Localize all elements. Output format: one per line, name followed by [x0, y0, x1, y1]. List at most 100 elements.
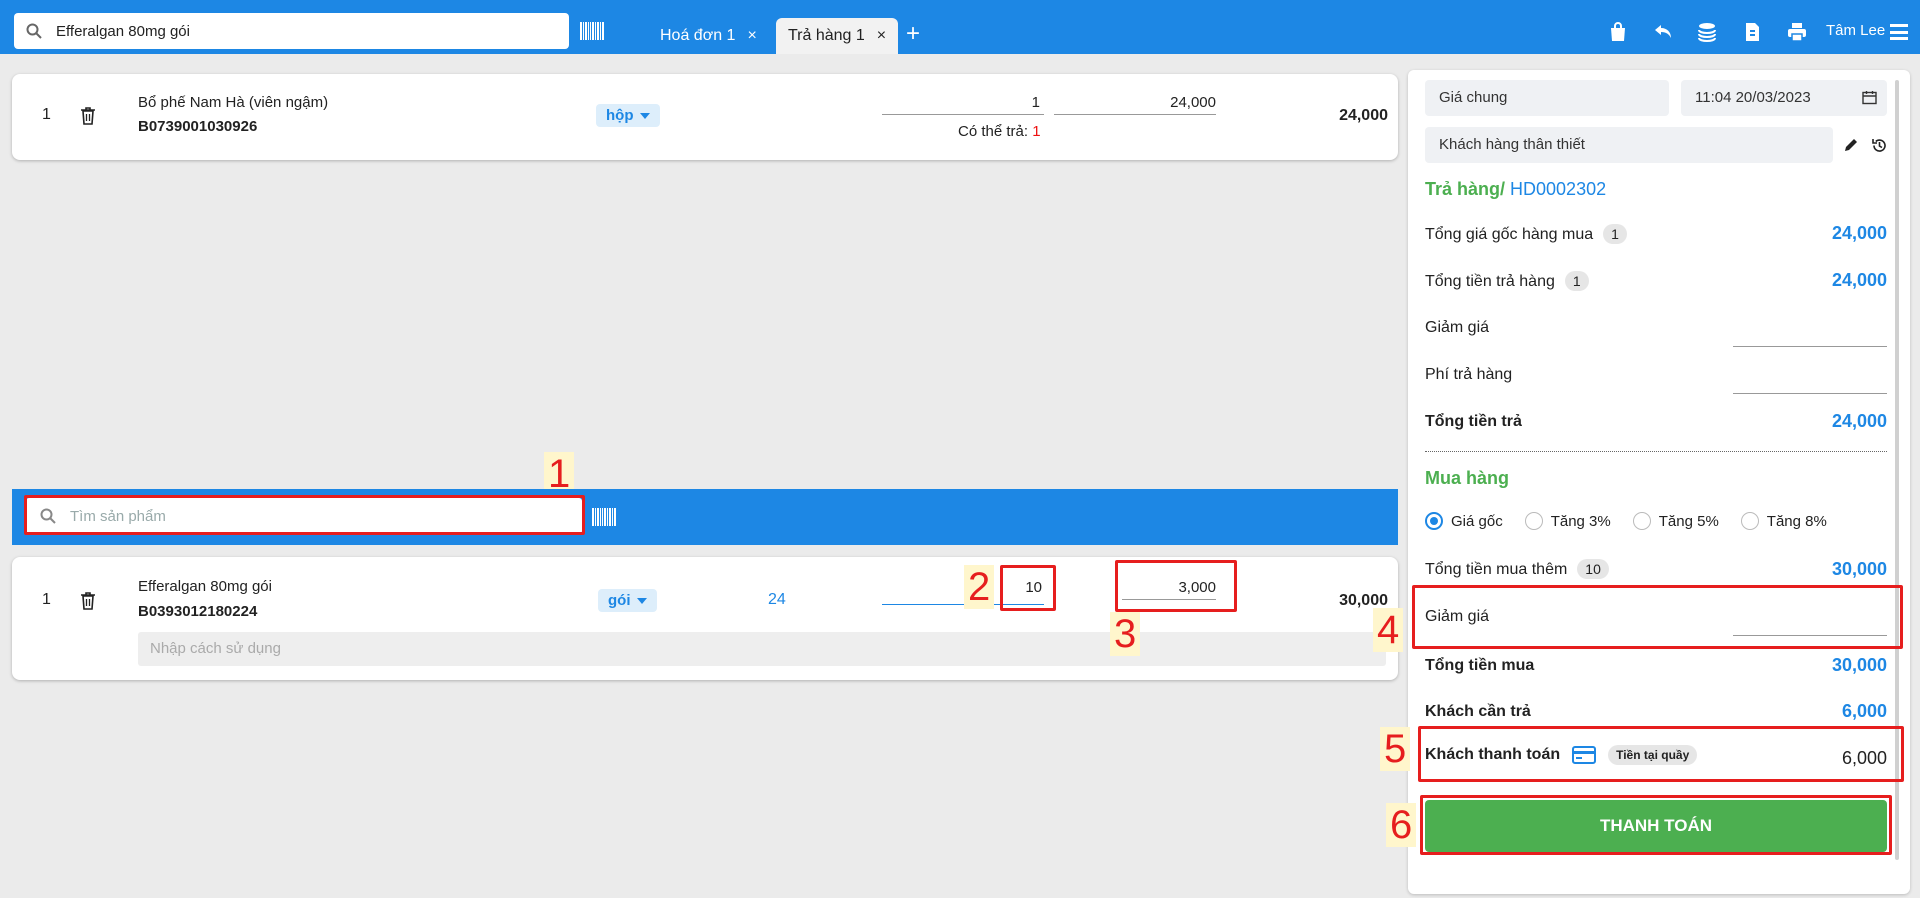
close-tab-icon[interactable]: × — [747, 27, 756, 45]
product-search-value[interactable]: Efferalgan 80mg gói — [56, 23, 190, 40]
return-item-card — [12, 74, 1398, 160]
annotation-marker-4: 4 — [1373, 608, 1404, 652]
menu-icon[interactable] — [1890, 24, 1908, 40]
annotation-box-3 — [1115, 560, 1237, 612]
return-section-title: Trả hàng/ HD0002302 — [1425, 179, 1606, 200]
return-discount-label: Giảm giá — [1425, 319, 1490, 336]
history-icon[interactable] — [1871, 137, 1888, 154]
customer-pays-label: Khách cần trả — [1425, 703, 1531, 720]
original-total-text: Tổng giá gốc hàng mua — [1425, 226, 1594, 243]
purchase-total-label: Tổng tiền mua — [1425, 657, 1535, 674]
option-tang-3[interactable]: Tăng 3% — [1524, 512, 1611, 530]
product-name: Bổ phế Nam Hà (viên ngậm) — [138, 94, 329, 111]
datetime-value: 11:04 20/03/2023 — [1695, 89, 1811, 106]
edit-icon[interactable] — [1843, 137, 1859, 153]
purchase-total-value: 30,000 — [1831, 655, 1887, 675]
customer-pays-value: 6,000 — [1841, 701, 1887, 721]
extra-total-value: 30,000 — [1831, 559, 1887, 579]
radio-icon — [1524, 512, 1543, 530]
annotation-marker-3: 3 — [1110, 612, 1141, 656]
count-badge: 1 — [1603, 224, 1627, 244]
count-badge: 1 — [1564, 271, 1589, 291]
stock-quantity[interactable]: 24 — [768, 591, 786, 609]
annotation-box-4 — [1412, 585, 1903, 649]
tab-label: Hoá đơn 1 — [660, 27, 736, 44]
radio-icon — [1740, 512, 1759, 530]
customer-field[interactable]: Khách hàng thân thiết — [1425, 127, 1833, 163]
top-bar: Efferalgan 80mg gói Hoá đơn 1 × Trả hàng… — [0, 0, 1920, 54]
unit-selector[interactable]: hộp — [596, 104, 660, 127]
print-icon[interactable] — [1786, 21, 1808, 43]
radio-selected-icon — [1425, 512, 1443, 530]
barcode-icon[interactable] — [580, 22, 604, 40]
refund-total-value: 24,000 — [1831, 411, 1887, 431]
annotation-box-2 — [1000, 565, 1056, 611]
coins-icon[interactable] — [1696, 21, 1718, 43]
return-quantity-input[interactable]: 1 — [882, 91, 1044, 115]
original-total-value: 24,000 — [1831, 223, 1887, 243]
add-tab-button[interactable]: + — [906, 22, 920, 46]
option-label: Tăng 3% — [1550, 512, 1611, 530]
return-total-value: 24,000 — [1831, 270, 1887, 290]
count-badge: 10 — [1577, 559, 1609, 579]
line-total: 24,000 — [1339, 107, 1388, 124]
return-invoice-link[interactable]: HD0002302 — [1510, 179, 1606, 199]
returnable-value: 1 — [1032, 123, 1041, 140]
option-tang-8[interactable]: Tăng 8% — [1740, 512, 1827, 530]
purchase-section-title: Mua hàng — [1425, 468, 1509, 488]
option-label: Tăng 8% — [1766, 512, 1827, 530]
option-tang-5[interactable]: Tăng 5% — [1632, 512, 1719, 530]
returnable-label: Có thể trả: — [958, 123, 1029, 140]
annotation-marker-2: 2 — [964, 565, 995, 609]
return-fee-input[interactable] — [1733, 393, 1887, 394]
trash-icon[interactable] — [80, 107, 96, 125]
annotation-marker-5: 5 — [1380, 727, 1411, 771]
document-icon[interactable] — [1741, 21, 1763, 43]
trash-icon[interactable] — [80, 592, 96, 610]
user-name[interactable]: Tâm Lee — [1826, 22, 1885, 39]
row-index: 1 — [42, 106, 51, 123]
returnable-quantity: Có thể trả: 1 — [958, 123, 1041, 140]
return-discount-input[interactable] — [1733, 346, 1887, 347]
product-search-box[interactable]: Efferalgan 80mg gói — [14, 13, 569, 49]
refund-total-label: Tổng tiền trả — [1425, 413, 1522, 430]
price-list-select[interactable]: Giá chung — [1425, 80, 1669, 116]
option-gia-goc[interactable]: Giá gốc — [1425, 512, 1503, 530]
return-total-label: Tổng tiền trả hàng 1 — [1425, 271, 1589, 291]
close-tab-icon[interactable]: × — [877, 27, 886, 45]
unit-selector[interactable]: gói — [598, 589, 657, 612]
unit-label: gói — [608, 592, 631, 609]
product-name: Efferalgan 80mg gói — [138, 578, 272, 595]
price-adjust-options: Giá gốc Tăng 3% Tăng 5% Tăng 8% — [1425, 512, 1827, 530]
radio-icon — [1632, 512, 1651, 530]
product-code: B0739001030926 — [138, 118, 258, 135]
annotation-box-6 — [1420, 795, 1892, 855]
undo-icon[interactable] — [1652, 21, 1674, 43]
extra-total-label: Tổng tiền mua thêm 10 — [1425, 559, 1609, 579]
return-fee-label: Phí trả hàng — [1425, 366, 1513, 383]
caret-down-icon — [639, 112, 650, 119]
product-code: B0393012180224 — [138, 603, 258, 620]
section-divider — [1425, 451, 1887, 452]
usage-instructions-input[interactable]: Nhập cách sử dụng — [138, 632, 1386, 666]
row-index: 1 — [42, 591, 51, 608]
search-icon — [26, 23, 42, 39]
option-label: Giá gốc — [1451, 512, 1503, 530]
tab-invoice-1[interactable]: Hoá đơn 1 × — [648, 18, 769, 54]
datetime-field[interactable]: 11:04 20/03/2023 — [1681, 80, 1887, 116]
barcode-icon[interactable] — [592, 508, 616, 526]
calendar-icon[interactable] — [1862, 90, 1877, 105]
option-label: Tăng 5% — [1658, 512, 1719, 530]
annotation-box-1 — [24, 495, 585, 535]
tab-return-1[interactable]: Trả hàng 1 × — [776, 18, 899, 54]
original-total-label: Tổng giá gốc hàng mua 1 — [1425, 224, 1627, 244]
extra-total-text: Tổng tiền mua thêm — [1425, 561, 1568, 578]
annotation-box-5 — [1418, 726, 1904, 782]
caret-down-icon — [636, 597, 647, 604]
bag-icon[interactable] — [1607, 21, 1629, 43]
return-total-text: Tổng tiền trả hàng — [1425, 273, 1555, 290]
return-title-label: Trả hàng/ — [1425, 179, 1506, 199]
unit-label: hộp — [606, 107, 634, 124]
tab-label: Trả hàng 1 — [788, 27, 865, 44]
return-price-input[interactable]: 24,000 — [1054, 91, 1216, 115]
